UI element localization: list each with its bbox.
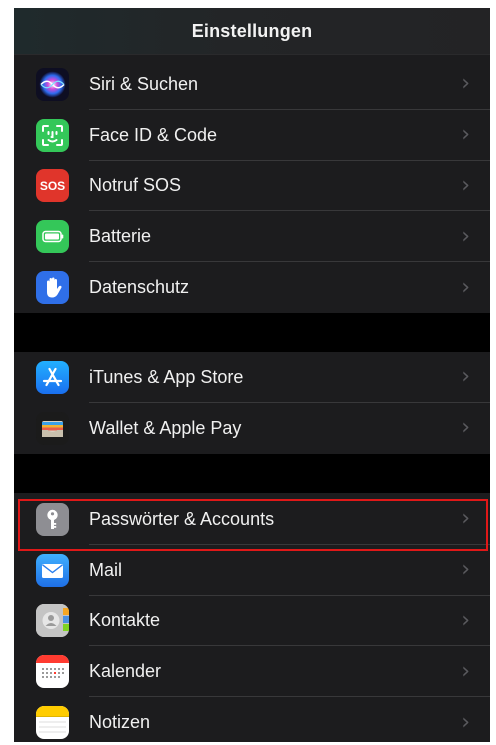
chevron-right-icon: › [461,172,470,198]
settings-section-1: Siri & Suchen › Face ID & Code › SOS Not… [14,59,490,313]
chevron-right-icon: › [461,709,470,735]
hand-icon [36,271,69,305]
settings-row-label: Notruf SOS [89,175,182,196]
face-id-icon [36,118,69,152]
navigation-bar: Einstellungen [14,8,490,55]
chevron-right-icon: › [461,71,470,97]
chevron-right-icon: › [461,223,470,249]
settings-row-sos[interactable]: SOS Notruf SOS › [14,161,490,212]
settings-row-mail[interactable]: Mail › [14,545,490,596]
settings-row-label: Face ID & Code [89,124,218,145]
wallet-icon [36,411,69,445]
settings-screen: Einstellungen Siri & Suchen › Face ID & … [14,8,490,742]
settings-row-notes[interactable]: Notizen › [14,697,490,742]
settings-row-label: Passwörter & Accounts [89,508,275,529]
page-title: Einstellungen [191,20,313,41]
settings-section-2: iTunes & App Store › Wallet & Apple Pay … [14,352,490,454]
app-store-icon [36,360,69,394]
settings-row-label: Batterie [89,226,152,247]
settings-row-label: Siri & Suchen [89,73,199,94]
settings-row-label: Mail [89,559,123,580]
settings-row-siri[interactable]: Siri & Suchen › [14,59,490,110]
chevron-right-icon: › [461,415,470,441]
key-icon [36,502,69,536]
settings-row-appstore[interactable]: iTunes & App Store › [14,352,490,403]
settings-row-label: Kalender [89,661,162,682]
settings-row-label: iTunes & App Store [89,366,244,387]
notes-icon [36,706,69,740]
settings-row-contacts[interactable]: Kontakte › [14,596,490,647]
section-gap [14,313,490,352]
battery-icon [36,220,69,254]
section-gap [14,454,490,493]
chevron-right-icon: › [461,274,470,300]
settings-row-label: Notizen [89,712,151,733]
chevron-right-icon: › [461,557,470,583]
settings-row-label: Wallet & Apple Pay [89,417,242,438]
contacts-icon [36,604,69,638]
settings-row-label: Kontakte [89,610,161,631]
calendar-icon [36,655,69,689]
settings-row-privacy[interactable]: Datenschutz › [14,262,490,313]
sos-icon: SOS [36,169,69,203]
settings-row-label: Datenschutz [89,277,190,298]
chevron-right-icon: › [461,658,470,684]
chevron-right-icon: › [461,506,470,532]
settings-row-passwords[interactable]: Passwörter & Accounts › [14,494,490,545]
settings-section-3: Passwörter & Accounts › Mail › Kontakte … [14,494,490,742]
sos-icon-text: SOS [39,178,66,193]
chevron-right-icon: › [461,364,470,390]
settings-row-calendar[interactable]: Kalender › [14,646,490,698]
mail-icon [36,553,69,587]
chevron-right-icon: › [461,122,470,148]
chevron-right-icon: › [461,607,470,633]
settings-row-wallet[interactable]: Wallet & Apple Pay › [14,403,490,454]
settings-row-faceid[interactable]: Face ID & Code › [14,110,490,161]
settings-row-battery[interactable]: Batterie › [14,211,490,263]
siri-icon [36,67,69,101]
